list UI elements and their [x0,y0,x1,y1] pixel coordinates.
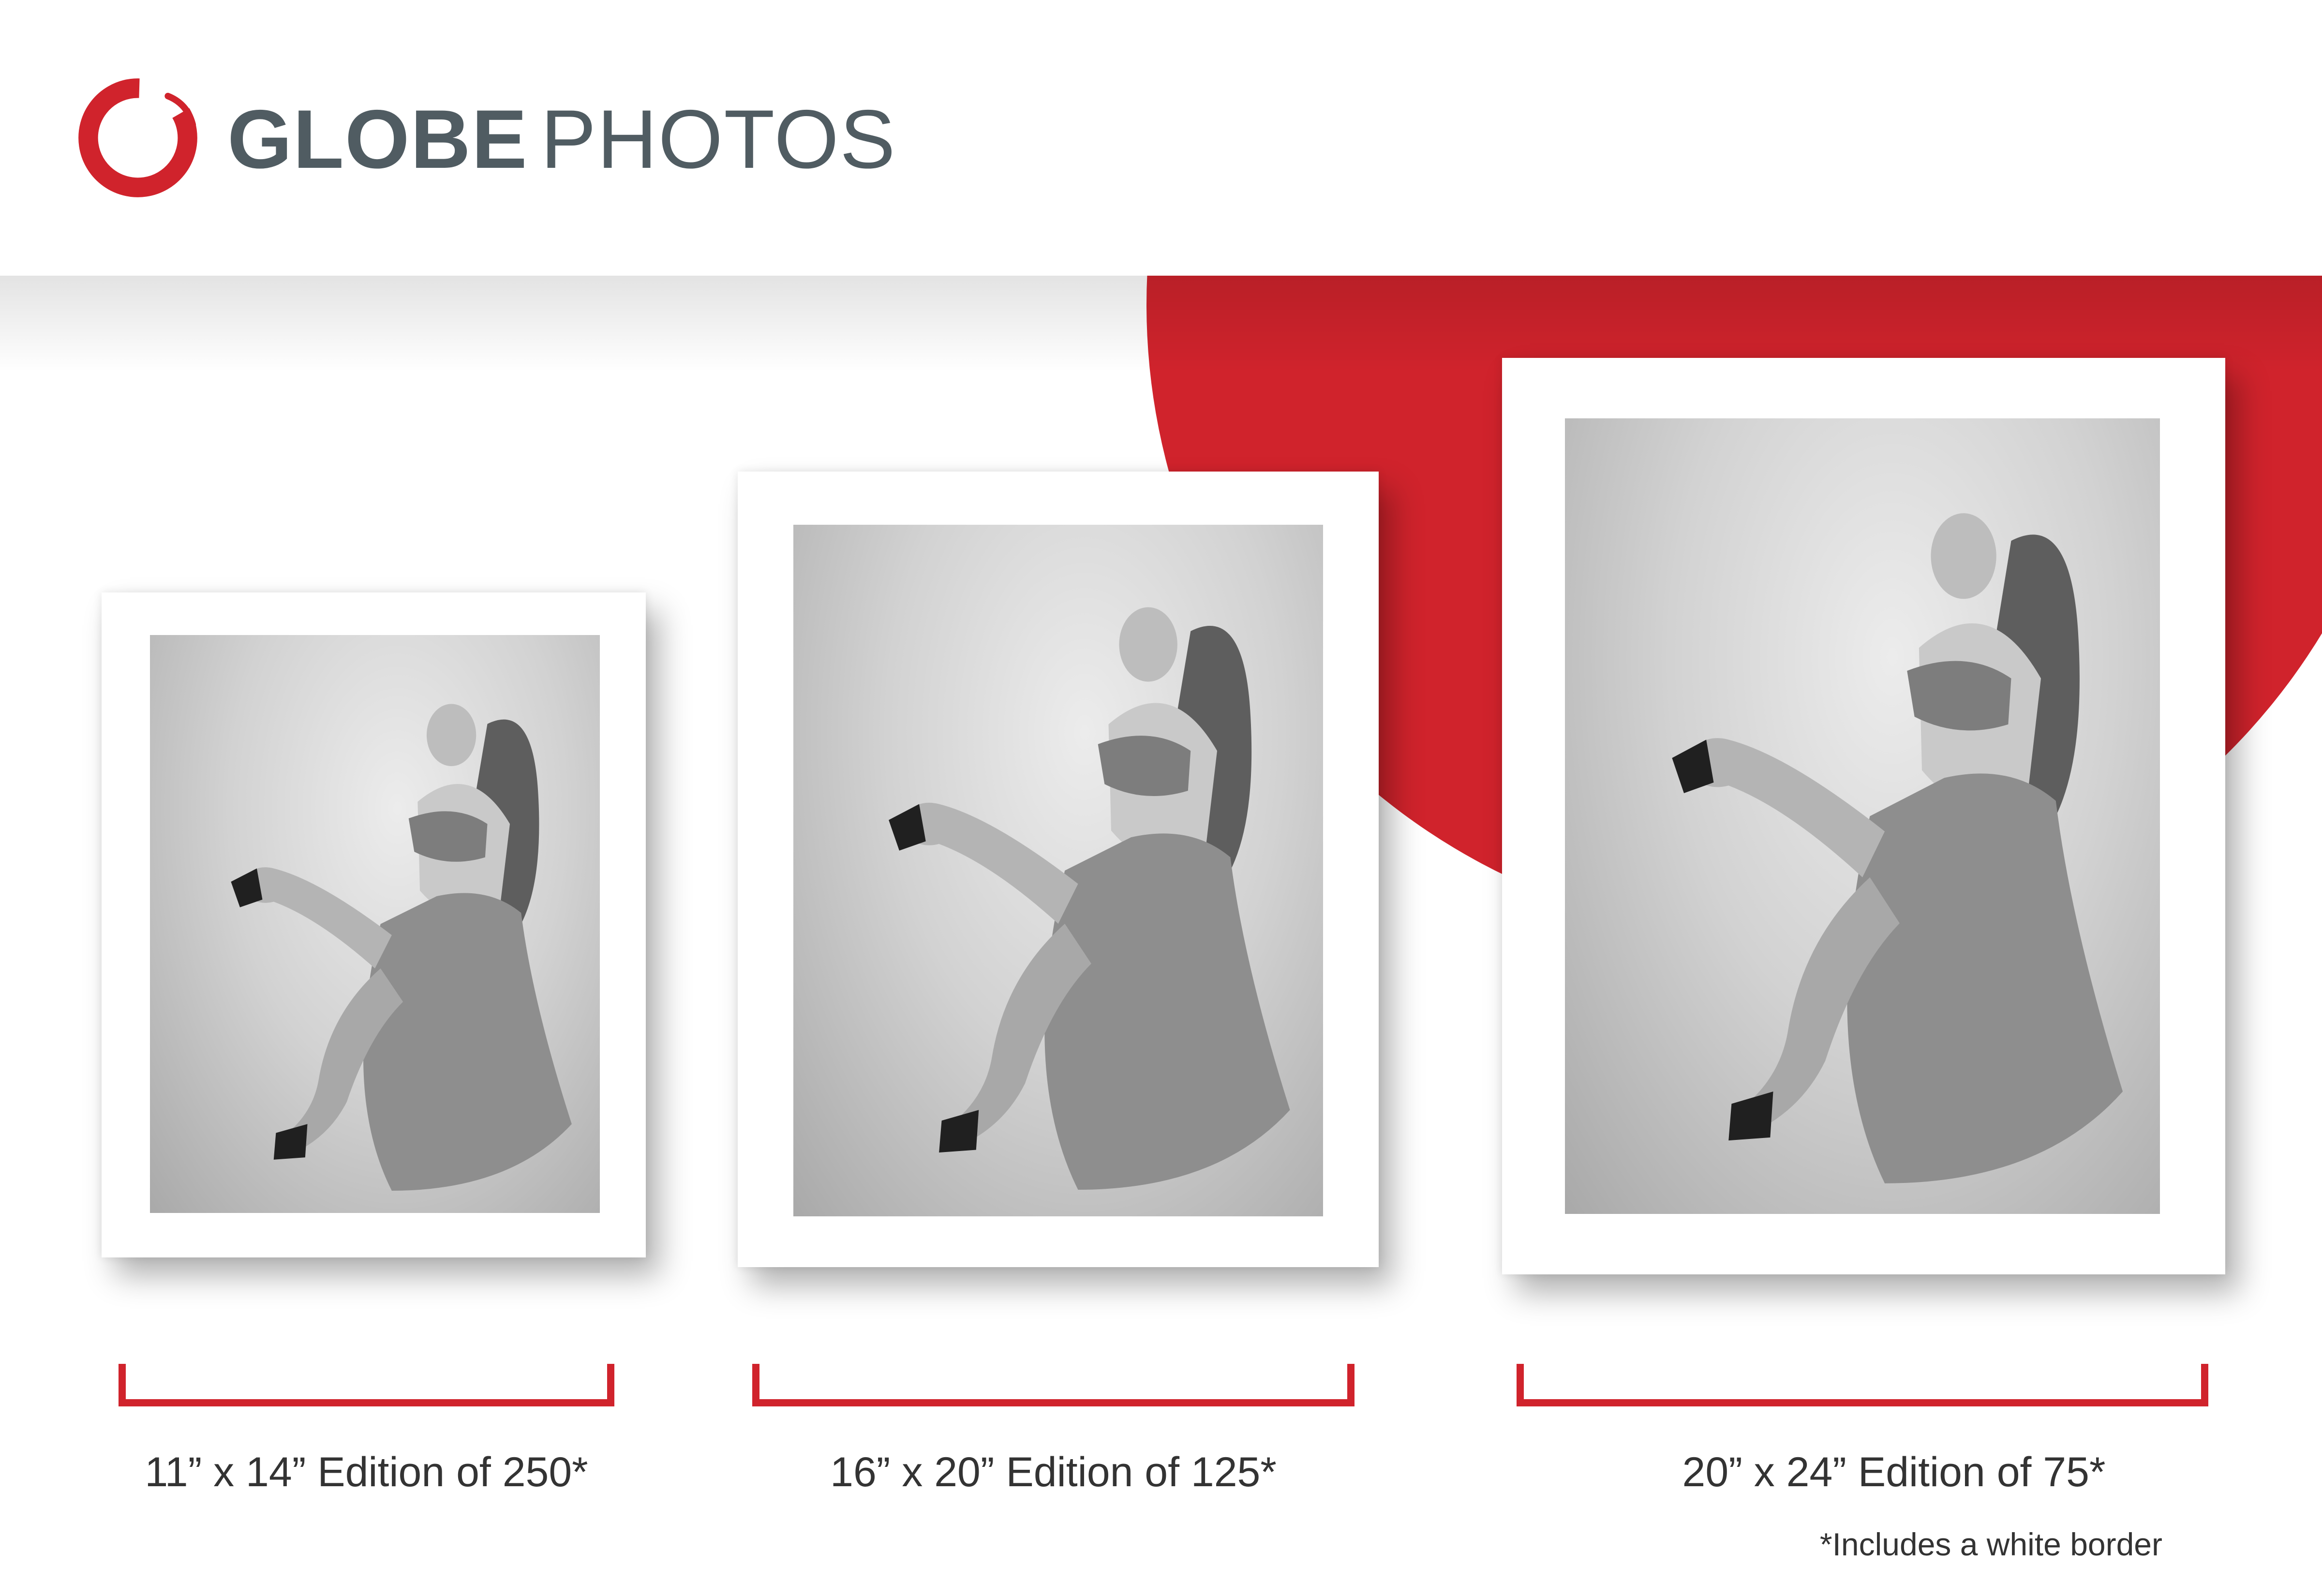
logo-icon [78,78,197,197]
print-size: 20” x 24” [1682,1449,1846,1495]
print-size: 11” x 14” [145,1449,306,1495]
print-size: 16” x 20” [830,1449,995,1495]
edition-label-11x14: 11” x 14” Edition of 250* [119,1448,614,1496]
pinup-photo-figure [231,704,572,1191]
brand-name-bold: GLOBE [227,93,528,186]
size-bracket-20x24 [1517,1364,2208,1406]
brand-name-light: PHOTOS [540,93,896,186]
size-bracket-16x20 [752,1364,1354,1406]
print-edition: Edition of 125* [1006,1449,1277,1495]
print-11x14 [102,592,646,1257]
size-bracket-11x14 [119,1364,614,1406]
pinup-photo-figure [1672,513,2123,1183]
print-photo [1565,418,2160,1214]
pinup-photo-figure [889,607,1290,1190]
print-16x20 [738,472,1379,1267]
header: GLOBE PHOTOS [0,0,2322,276]
edition-label-16x20: 16” x 20” Edition of 125* [752,1448,1354,1496]
print-edition: Edition of 250* [317,1449,588,1495]
print-photo [793,525,1323,1216]
print-photo [150,635,600,1213]
print-20x24 [1502,358,2225,1274]
print-edition: Edition of 75* [1858,1449,2106,1495]
brand-name: GLOBE PHOTOS [227,86,896,192]
footnote: *Includes a white border [1819,1526,2162,1562]
edition-label-20x24: 20” x 24” Edition of 75* [1517,1448,2271,1496]
